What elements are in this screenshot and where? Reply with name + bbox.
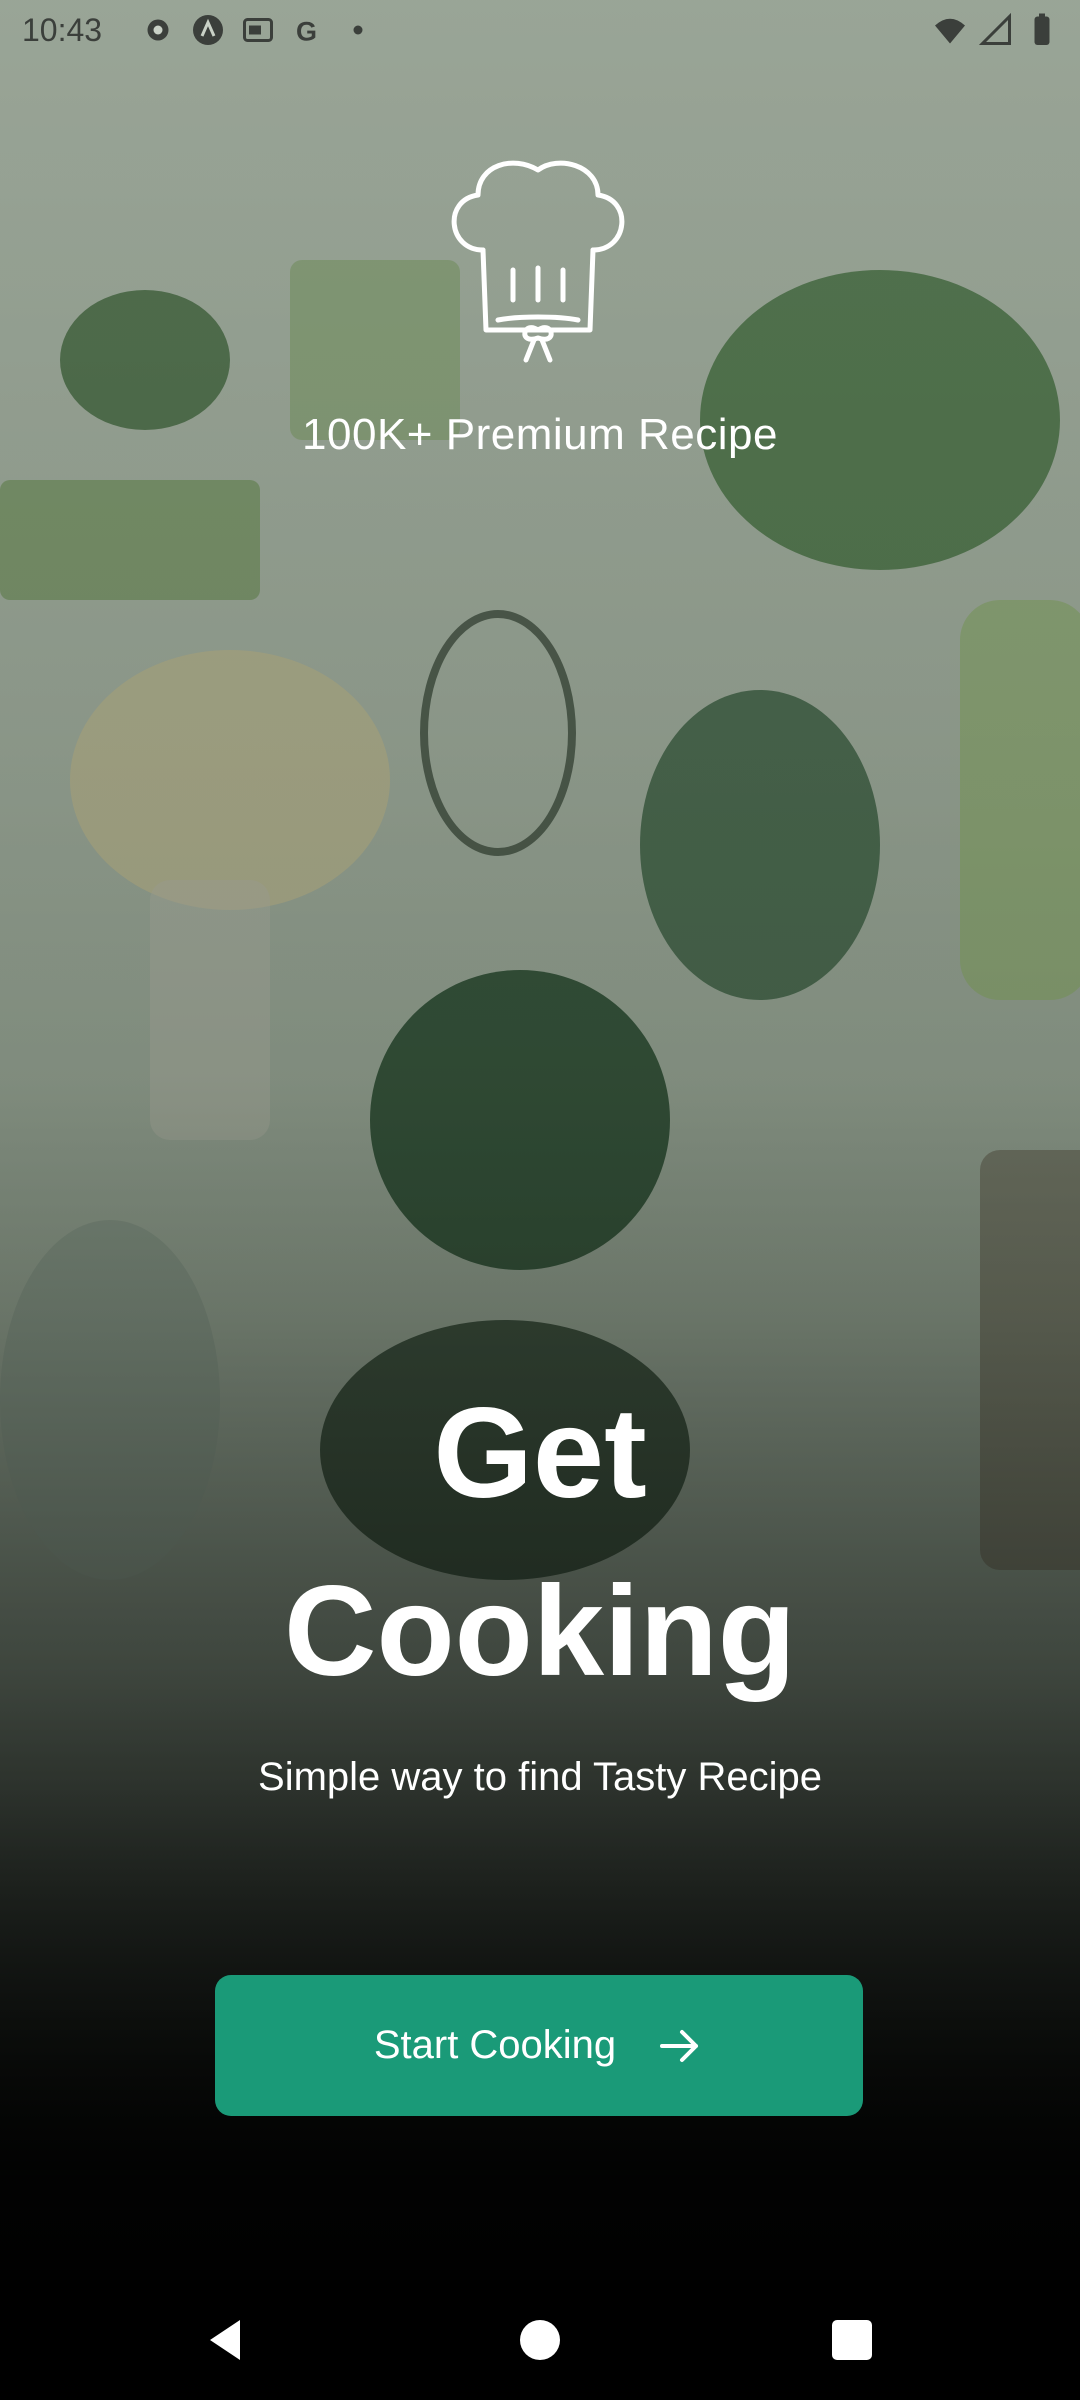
headline-line-2: Cooking <box>284 1560 796 1703</box>
start-cooking-label: Start Cooking <box>373 2023 617 2067</box>
headline-line-1: Get <box>433 1382 647 1525</box>
navigation-bar <box>0 2280 1080 2400</box>
svg-text:G: G <box>296 17 317 47</box>
signal-icon <box>978 12 1011 45</box>
settings-icon <box>147 19 169 41</box>
tagline: 100K+ Premium Recipe <box>302 410 778 459</box>
status-time: 10:43 <box>22 12 103 48</box>
chef-hat-icon <box>451 160 625 363</box>
recents-icon[interactable] <box>822 2310 882 2370</box>
status-bar: 10:43 G <box>0 0 1080 64</box>
subtitle: Simple way to find Tasty Recipe <box>258 1755 822 1799</box>
wifi-icon <box>935 18 965 44</box>
back-icon[interactable] <box>195 2310 255 2370</box>
google-icon: G <box>296 17 317 47</box>
battery-icon <box>1034 13 1050 45</box>
home-icon[interactable] <box>510 2310 570 2370</box>
media-icon <box>243 18 273 42</box>
status-icons-right <box>932 12 1060 48</box>
arrow-right-icon <box>660 2029 699 2062</box>
start-cooking-button[interactable]: Start Cooking <box>215 1975 863 2116</box>
headline: Get Cooking <box>0 1365 1080 1721</box>
dot-icon <box>353 25 363 35</box>
status-icons-left: G <box>140 12 376 48</box>
android-auto-icon <box>193 15 223 45</box>
